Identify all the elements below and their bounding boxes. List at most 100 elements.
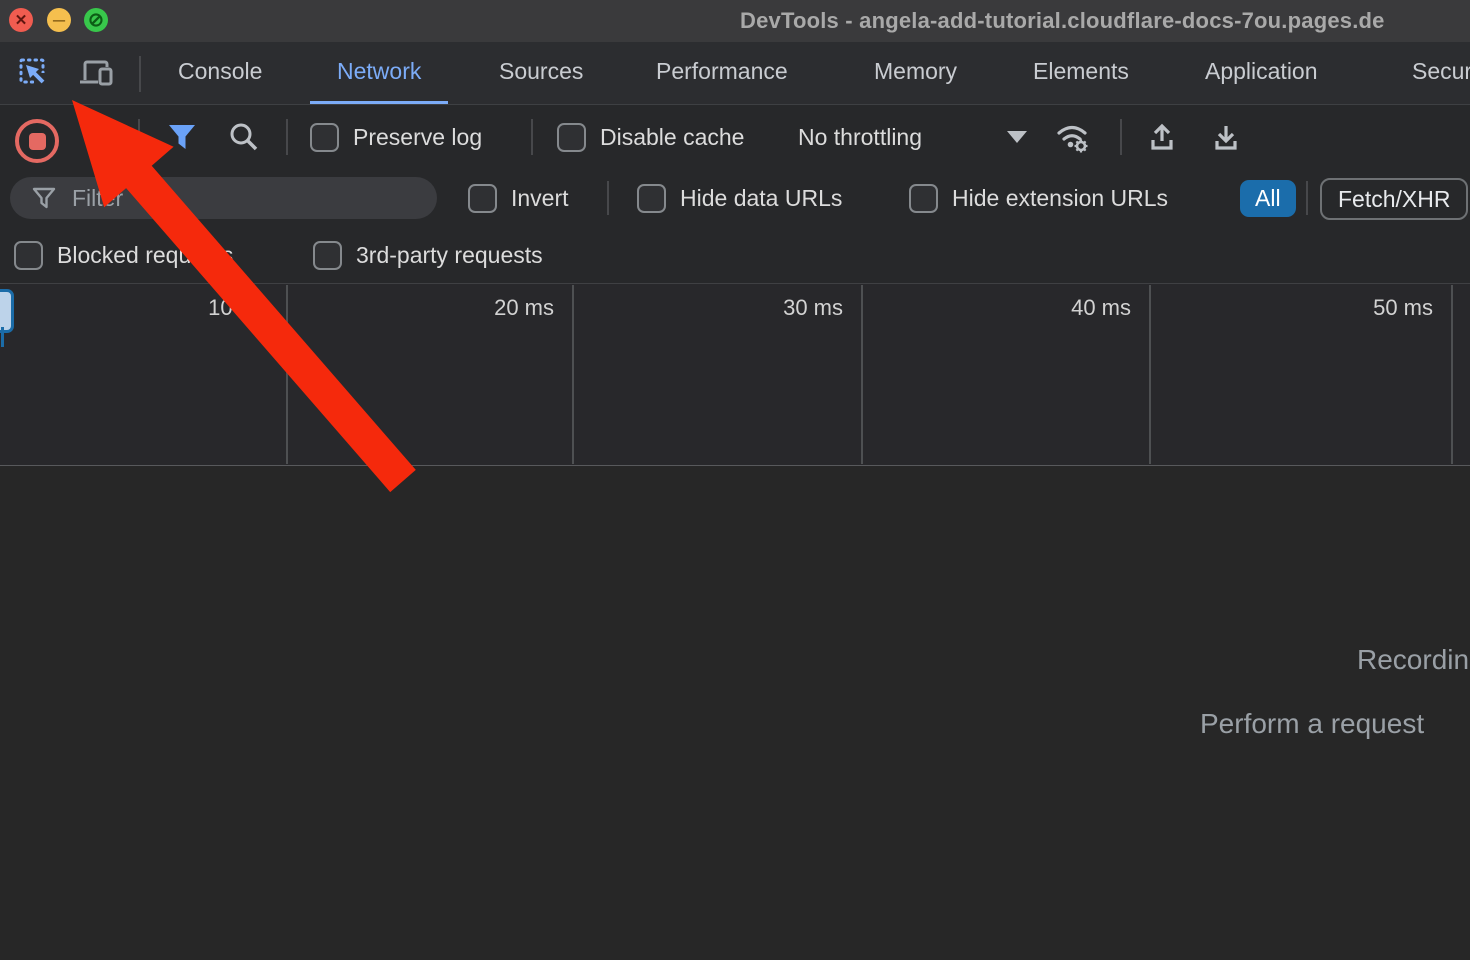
timeline-gridline xyxy=(286,285,288,464)
timeline-gridline xyxy=(1451,285,1453,464)
tab-network[interactable]: Network xyxy=(310,42,448,104)
tab-label: Elements xyxy=(1033,58,1129,85)
request-filters-row: Blocked requests 3rd-party requests xyxy=(0,227,1470,283)
fullscreen-unavailable-icon: ⊘ xyxy=(88,11,104,30)
filter-funnel-icon xyxy=(167,123,197,151)
filter-type-all-chip[interactable]: All xyxy=(1240,180,1296,217)
divider xyxy=(607,181,609,215)
tab-label: Application xyxy=(1205,58,1318,85)
divider xyxy=(138,119,140,155)
download-icon xyxy=(1210,121,1242,153)
tab-label: Security xyxy=(1412,58,1470,85)
tab-elements[interactable]: Elements xyxy=(1006,42,1156,101)
timeline-gridline xyxy=(572,285,574,464)
checkbox-box[interactable] xyxy=(14,241,43,270)
search-icon xyxy=(228,121,260,153)
filter-input-container[interactable] xyxy=(10,177,437,219)
upload-icon xyxy=(1146,121,1178,153)
toggle-device-toolbar-button[interactable] xyxy=(74,51,118,95)
tab-label: Performance xyxy=(656,58,788,85)
checkbox-label: Preserve log xyxy=(353,124,482,151)
close-icon: ✕ xyxy=(15,13,28,28)
timeline-gridline xyxy=(1149,285,1151,464)
export-har-button[interactable] xyxy=(1204,115,1248,159)
divider xyxy=(1120,119,1122,155)
search-button[interactable] xyxy=(222,115,266,159)
tab-label: Sources xyxy=(499,58,583,85)
timeline-range-handle-line xyxy=(1,327,4,347)
fullscreen-window-button[interactable]: ⊘ xyxy=(84,8,108,32)
tab-console[interactable]: Console xyxy=(151,42,289,101)
chevron-down-icon[interactable] xyxy=(1007,131,1027,143)
checkbox-label: Blocked requests xyxy=(57,242,233,269)
preserve-log-checkbox[interactable]: Preserve log xyxy=(310,105,482,169)
timeline-tick-label: 10 ms xyxy=(208,295,268,321)
clear-network-log-button[interactable] xyxy=(76,115,120,159)
network-conditions-button[interactable] xyxy=(1052,115,1096,159)
divider xyxy=(139,56,141,92)
record-network-log-button[interactable] xyxy=(15,119,59,163)
network-conditions-icon xyxy=(1054,120,1094,154)
checkbox-label: Hide extension URLs xyxy=(952,185,1168,212)
throttling-select[interactable]: No throttling xyxy=(798,105,922,169)
inspect-element-button[interactable] xyxy=(12,51,56,95)
close-window-button[interactable]: ✕ xyxy=(9,8,33,32)
tab-performance[interactable]: Performance xyxy=(629,42,815,101)
devtools-tabbar: Console Network Sources Performance Memo… xyxy=(0,42,1470,105)
filter-type-fetch-xhr-chip[interactable]: Fetch/XHR xyxy=(1320,178,1468,220)
filter-funnel-outline-icon xyxy=(32,186,56,210)
clear-icon xyxy=(82,121,114,153)
empty-state-line-1: Recording xyxy=(1357,644,1470,676)
window-title: DevTools - angela-add-tutorial.cloudflar… xyxy=(740,8,1385,34)
filter-input[interactable] xyxy=(70,184,404,213)
timeline-tick-label: 20 ms xyxy=(494,295,554,321)
inspect-cursor-icon xyxy=(18,57,50,89)
tab-label: Console xyxy=(178,58,262,85)
chip-label: All xyxy=(1255,185,1281,212)
timeline-tick-label: 30 ms xyxy=(783,295,843,321)
tab-label: Network xyxy=(337,58,421,85)
stop-record-icon xyxy=(29,133,46,150)
invert-checkbox[interactable]: Invert xyxy=(468,169,569,227)
timeline-gridline xyxy=(861,285,863,464)
timeline-tick-label: 50 ms xyxy=(1373,295,1433,321)
checkbox-box[interactable] xyxy=(557,123,586,152)
network-overview-timeline[interactable]: 10 ms 20 ms 30 ms 40 ms 50 ms xyxy=(0,283,1470,467)
throttling-value: No throttling xyxy=(798,124,922,151)
tab-sources[interactable]: Sources xyxy=(472,42,610,101)
tab-security[interactable]: Security xyxy=(1385,42,1470,101)
checkbox-label: 3rd-party requests xyxy=(356,242,543,269)
checkbox-box[interactable] xyxy=(468,184,497,213)
window-titlebar: ✕ ─ ⊘ DevTools - angela-add-tutorial.clo… xyxy=(0,0,1470,42)
checkbox-label: Hide data URLs xyxy=(680,185,842,212)
import-har-button[interactable] xyxy=(1140,115,1184,159)
tab-label: Memory xyxy=(874,58,957,85)
checkbox-box[interactable] xyxy=(313,241,342,270)
checkbox-box[interactable] xyxy=(310,123,339,152)
timeline-tick-label: 40 ms xyxy=(1071,295,1131,321)
device-toolbar-icon xyxy=(78,57,114,89)
divider xyxy=(286,119,288,155)
network-filter-row: Invert Hide data URLs Hide extension URL… xyxy=(0,169,1470,227)
network-requests-panel: Recording Perform a request xyxy=(0,466,1470,960)
third-party-requests-checkbox[interactable]: 3rd-party requests xyxy=(313,227,543,283)
checkbox-label: Disable cache xyxy=(600,124,744,151)
disable-cache-checkbox[interactable]: Disable cache xyxy=(557,105,744,169)
empty-state-line-2: Perform a request xyxy=(1200,708,1424,740)
divider xyxy=(531,119,533,155)
hide-extension-urls-checkbox[interactable]: Hide extension URLs xyxy=(909,169,1168,227)
checkbox-label: Invert xyxy=(511,185,569,212)
tab-application[interactable]: Application xyxy=(1178,42,1345,101)
divider xyxy=(1306,181,1308,215)
network-toolbar: Preserve log Disable cache No throttling xyxy=(0,105,1470,170)
gear-part xyxy=(1075,140,1088,153)
blocked-requests-checkbox[interactable]: Blocked requests xyxy=(14,227,233,283)
checkbox-box[interactable] xyxy=(909,184,938,213)
minimize-window-button[interactable]: ─ xyxy=(47,8,71,32)
hide-data-urls-checkbox[interactable]: Hide data URLs xyxy=(637,169,842,227)
checkbox-box[interactable] xyxy=(637,184,666,213)
minimize-icon: ─ xyxy=(53,12,65,29)
filter-toggle-button[interactable] xyxy=(160,115,204,159)
chip-label: Fetch/XHR xyxy=(1338,186,1450,213)
tab-memory[interactable]: Memory xyxy=(847,42,984,101)
